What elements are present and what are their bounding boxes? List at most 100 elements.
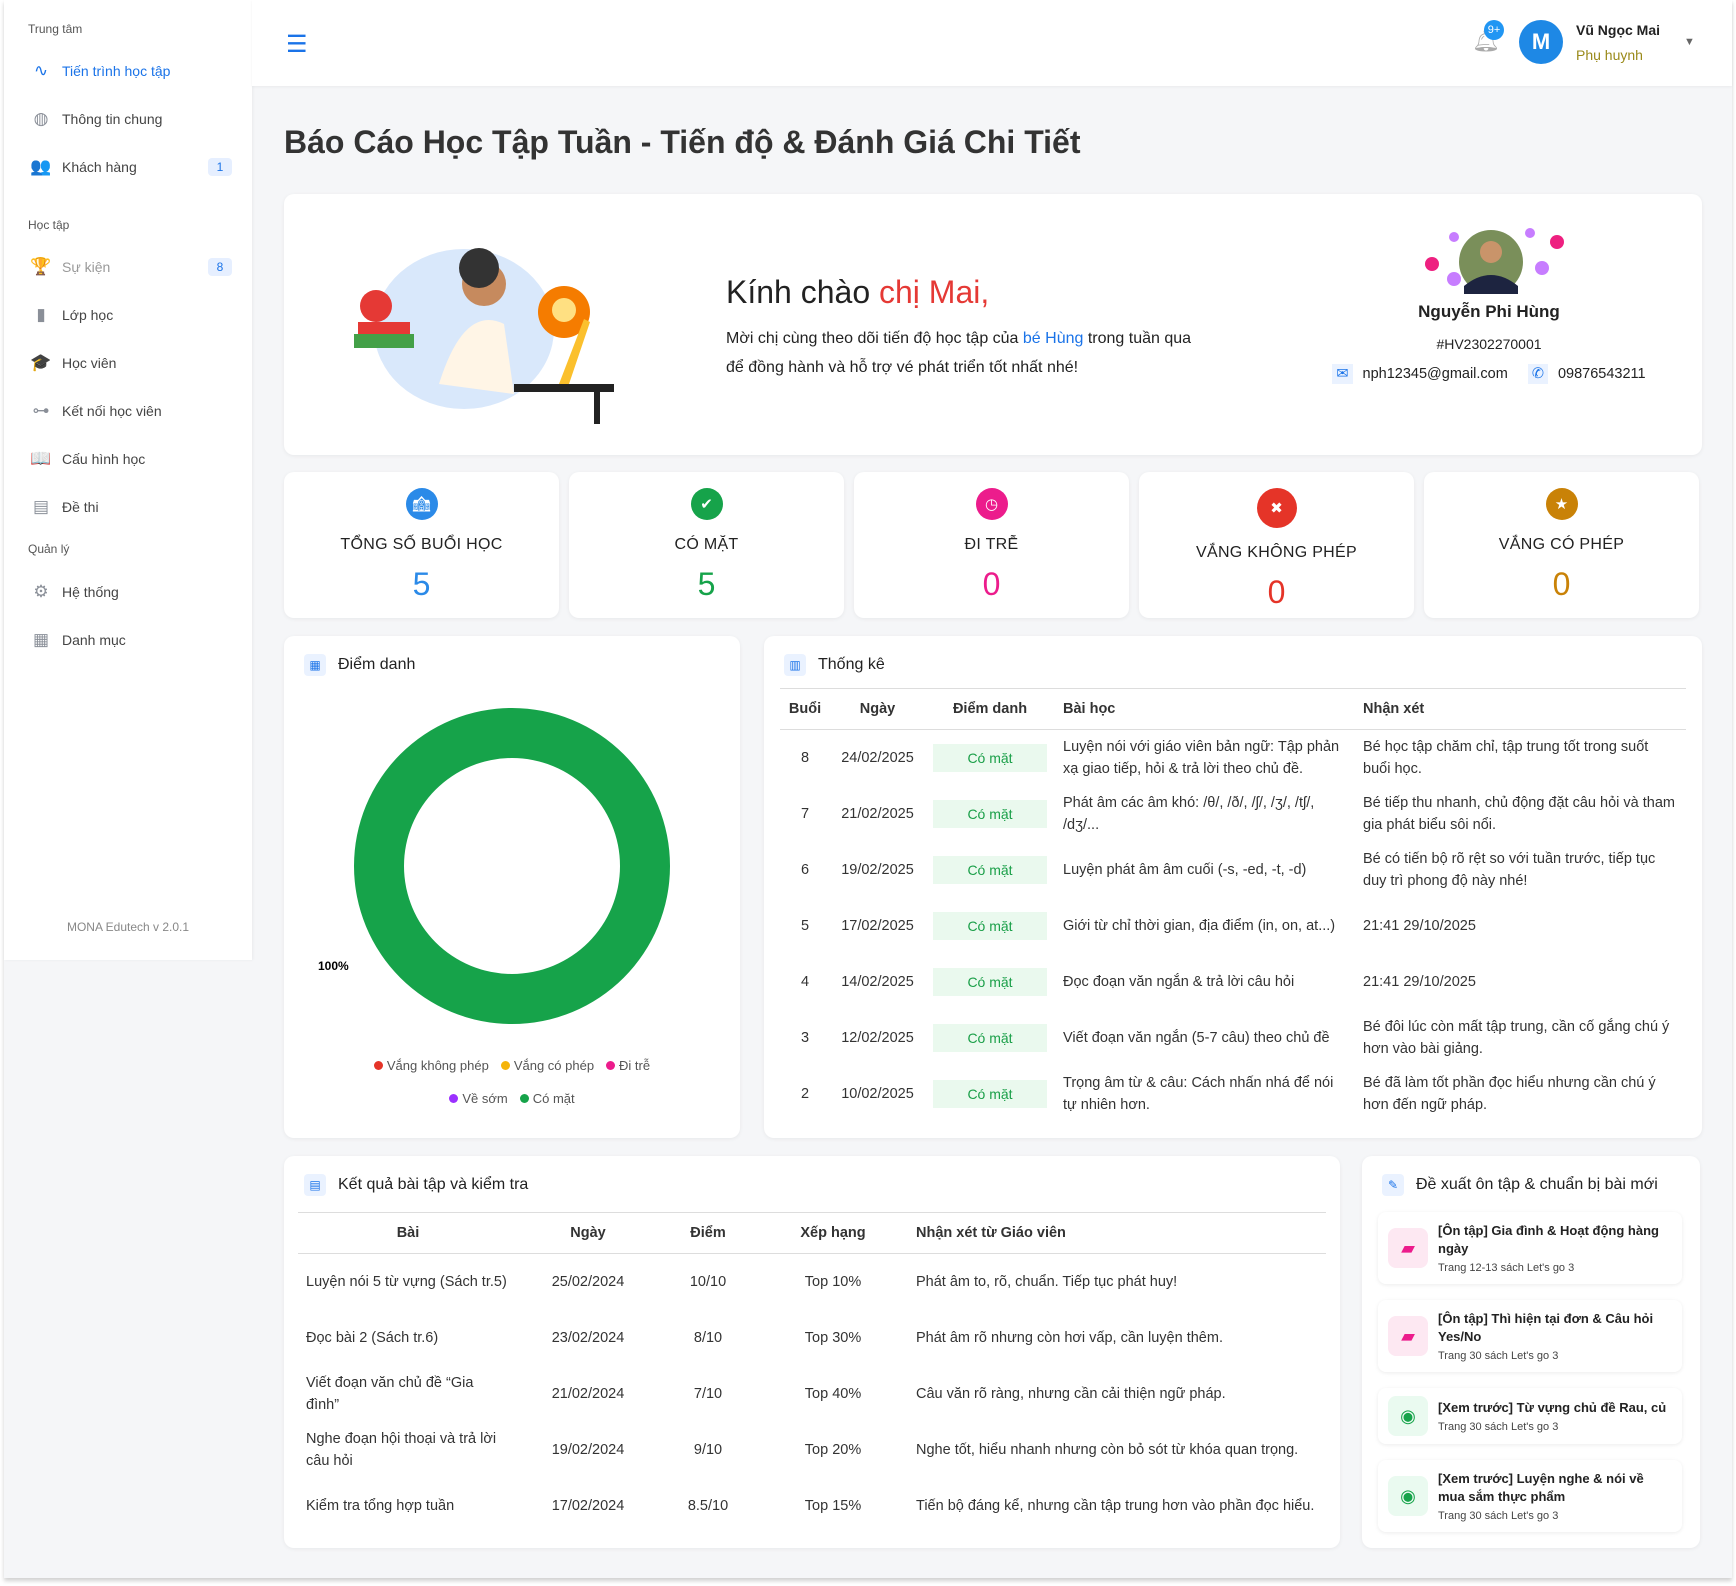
table-cell: 3 bbox=[800, 1029, 810, 1046]
status-badge: Có mặt bbox=[933, 967, 1047, 996]
student-phone[interactable]: 09876543211 bbox=[1558, 366, 1646, 382]
status-badge: Có mặt bbox=[933, 911, 1047, 940]
parent-name: chị Mai, bbox=[879, 274, 990, 310]
legend-item[interactable]: Về sớm bbox=[449, 1091, 508, 1106]
column-header: Ngày bbox=[518, 1212, 658, 1254]
sidebar-item-label: Lớp học bbox=[62, 307, 114, 323]
column-header: Bài bbox=[298, 1212, 518, 1254]
column-header: Ngày bbox=[830, 688, 925, 730]
table-cell: Bé có tiến bộ rõ rệt so với tuần trước, … bbox=[1363, 850, 1656, 889]
table-cell: Top 20% bbox=[804, 1441, 862, 1458]
sidebar-item-label: Hệ thống bbox=[62, 584, 119, 600]
table-row: 2 10/02/2025 Có mặt Trọng âm từ & câu: Cách… bbox=[780, 1066, 1686, 1122]
avatar[interactable]: M bbox=[1519, 20, 1563, 64]
results-card: ▤ Kết quả bài tập và kiểm tra Bài Ngày Điểm… bbox=[284, 1156, 1340, 1548]
section-label: Học tập bbox=[28, 218, 70, 232]
legend-item[interactable]: Vắng có phép bbox=[500, 1058, 594, 1073]
table-cell: 24/02/2025 bbox=[841, 749, 914, 766]
suggestions-card: ✎ Đề xuất ôn tập & chuẩn bị bài mới ▰ [Ôn … bbox=[1362, 1156, 1700, 1548]
sidebar-item-label: Sự kiện bbox=[62, 259, 111, 275]
table-row: Nghe đoạn hội thoại và trả lời câu hỏi 19… bbox=[298, 1422, 1326, 1478]
chart-legend: Vắng không phép Vắng có phép Đi trễ bbox=[284, 1058, 740, 1073]
document-icon: ▤ bbox=[32, 497, 50, 516]
stat-value: 5 bbox=[412, 566, 431, 602]
table-cell: 19/02/2025 bbox=[841, 861, 914, 878]
suggestion-subtitle: Trang 30 sách Let's go 3 bbox=[1438, 1350, 1559, 1362]
chart-legend: Về sớm Có mặt bbox=[284, 1091, 740, 1106]
student-profile: Nguyễn Phi Hùng #HV2302270001 ✉ nph12345@… bbox=[1324, 224, 1654, 384]
open-book-icon: 📖 bbox=[30, 449, 52, 468]
legend-dot bbox=[500, 1061, 510, 1070]
table-cell: Top 30% bbox=[804, 1329, 862, 1346]
table-row: Kiểm tra tổng hợp tuần 17/02/2024 8.5/10 To… bbox=[298, 1478, 1326, 1534]
legend-label: Có mặt bbox=[532, 1091, 575, 1106]
table-cell: Tiến bộ đáng kể, nhưng cần tập trung hơn… bbox=[916, 1497, 1315, 1514]
connection-icon: ⊶ bbox=[32, 401, 50, 420]
sidebar-item-events[interactable]: 🏆 Sự kiện 8 bbox=[30, 249, 232, 285]
top-header: ☰ 🔔︎ 9+ M Vũ Ngọc Mai Phụ huynh ▼ bbox=[252, 0, 1732, 86]
sidebar-item-learning-config[interactable]: 📖 Cấu hình học bbox=[30, 441, 232, 477]
suggestion-item[interactable]: ◉ [Xem trước] Luyện nghe & nói về mua sắm… bbox=[1378, 1460, 1682, 1532]
user-role: Phụ huynh bbox=[1576, 47, 1643, 63]
table-row: Đọc bài 2 (Sách tr.6) 23/02/2024 8/10 Top 3… bbox=[298, 1310, 1326, 1366]
stat-label: ĐI TRỄ bbox=[964, 536, 1019, 553]
legend-dot bbox=[449, 1094, 459, 1103]
activity-icon: ∿ bbox=[33, 61, 49, 80]
welcome-card: Kính chào chị Mai, Mời chị cùng theo dõi… bbox=[284, 194, 1702, 455]
card-title-text: Điểm danh bbox=[338, 656, 416, 673]
legend-item[interactable]: Đi trễ bbox=[606, 1058, 650, 1073]
table-cell: 10/10 bbox=[689, 1273, 727, 1290]
clock-icon: ◷ bbox=[975, 488, 1008, 520]
suggestion-title: [Xem trước] Từ vựng chủ đề Rau, củ bbox=[1438, 1400, 1667, 1415]
table-row: Luyện nói 5 từ vựng (Sách tr.5) 25/02/202… bbox=[298, 1254, 1326, 1310]
results-table: Bài Ngày Điểm Xếp hạng Nhận xét từ Giáo viên… bbox=[298, 1212, 1326, 1534]
table-cell: Câu văn rõ ràng, nhưng cần cải thiện ngữ… bbox=[916, 1385, 1226, 1402]
legend-label: Đi trễ bbox=[619, 1058, 651, 1073]
sidebar-item-learning-progress[interactable]: ∿ Tiến trình học tập bbox=[30, 53, 232, 89]
suggestion-item[interactable]: ▰ [Ôn tập] Gia đình & Hoạt động hàng ngày… bbox=[1378, 1212, 1682, 1284]
table-cell: 21/02/2025 bbox=[841, 805, 914, 822]
table-cell: 8.5/10 bbox=[687, 1497, 729, 1514]
sidebar-item-customers[interactable]: 👥 Khách hàng 1 bbox=[30, 149, 232, 185]
count-badge: 8 bbox=[208, 258, 232, 276]
book-icon: ▰ bbox=[1388, 1228, 1428, 1268]
suggestion-item[interactable]: ▰ [Ôn tập] Thì hiện tại đơn & Câu hỏi Yes… bbox=[1378, 1300, 1682, 1372]
stat-card: ✔ CÓ MẶT 5 bbox=[569, 472, 844, 618]
sidebar-item-classes[interactable]: ▮ Lớp học bbox=[30, 297, 232, 333]
table-cell: 17/02/2024 bbox=[551, 1497, 625, 1514]
user-x-icon: ✖ bbox=[1256, 488, 1297, 528]
sidebar-item-students[interactable]: 🎓 Học viên bbox=[30, 345, 232, 381]
table-cell: Luyện nói với giáo viên bản ngữ: Tập phả… bbox=[1063, 738, 1340, 777]
status-badge: Có mặt bbox=[933, 743, 1047, 772]
table-cell: Có mặt bbox=[925, 842, 1055, 898]
card-title-text: Thống kê bbox=[818, 656, 885, 673]
legend-item[interactable]: Vắng không phép bbox=[373, 1058, 489, 1073]
sidebar-item-student-connect[interactable]: ⊶ Kết nối học viên bbox=[30, 393, 232, 429]
student-email[interactable]: nph12345@gmail.com bbox=[1363, 366, 1508, 382]
donut-slice-4[interactable] bbox=[354, 708, 670, 1024]
table-cell: Đọc bài 2 (Sách tr.6) bbox=[306, 1329, 439, 1346]
chevron-down-icon[interactable]: ▼ bbox=[1684, 36, 1695, 48]
sidebar-item-system[interactable]: ⚙ Hệ thống bbox=[30, 574, 232, 610]
table-cell: Có mặt bbox=[925, 954, 1055, 1010]
table-cell: 14/02/2025 bbox=[841, 973, 914, 990]
table-cell: 12/02/2025 bbox=[841, 1029, 914, 1046]
sidebar-item-general-info[interactable]: ◍ Thông tin chung bbox=[30, 101, 232, 137]
table-cell: 8/10 bbox=[693, 1329, 723, 1346]
sidebar-item-catalog[interactable]: ▦ Danh mục bbox=[30, 622, 232, 658]
legend-item[interactable]: Có mặt bbox=[519, 1091, 575, 1106]
table-row: 3 12/02/2025 Có mặt Viết đoạn văn ngắn (5-7… bbox=[780, 1010, 1686, 1066]
sidebar-item-exams[interactable]: ▤ Đề thi bbox=[30, 489, 232, 525]
sidebar-item-label: Thông tin chung bbox=[62, 111, 163, 127]
sidebar-item-label: Danh mục bbox=[62, 632, 126, 648]
table-row: Viết đoạn văn chủ đề “Gia đình” 21/02/202… bbox=[298, 1366, 1326, 1422]
greeting-message: Mời chị cùng theo dõi tiến độ học tập củ… bbox=[726, 324, 1206, 382]
status-badge: Có mặt bbox=[933, 855, 1047, 884]
suggestion-item[interactable]: ◉ [Xem trước] Từ vựng chủ đề Rau, củ Trang… bbox=[1378, 1388, 1682, 1444]
card-title-text: Kết quả bài tập và kiểm tra bbox=[338, 1176, 529, 1193]
table-cell: Viết đoạn văn chủ đề “Gia đình” bbox=[306, 1374, 474, 1413]
user-check-icon: ✔ bbox=[690, 488, 723, 520]
legend-dot bbox=[519, 1094, 529, 1103]
table-cell: Top 10% bbox=[804, 1273, 862, 1290]
menu-collapse-icon[interactable]: ☰ bbox=[286, 30, 308, 59]
